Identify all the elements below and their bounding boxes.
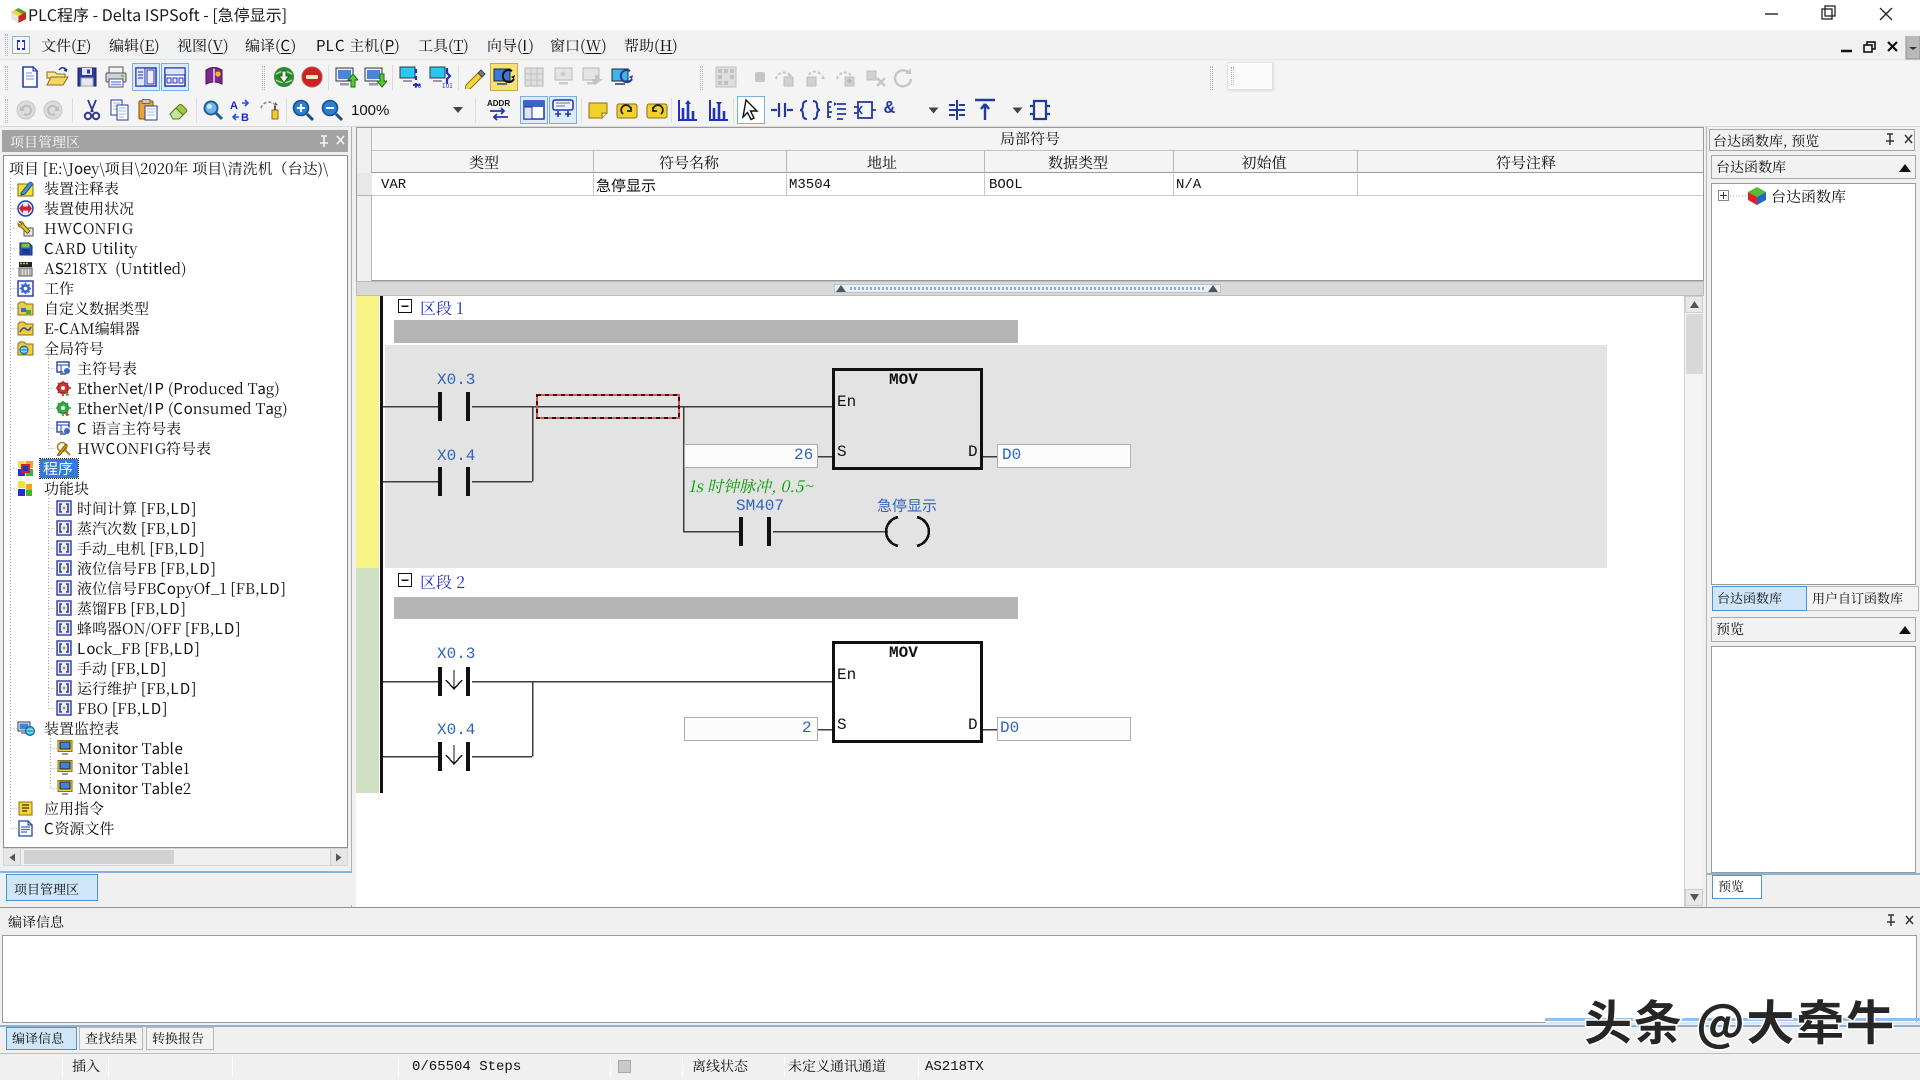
- svg-text:IOI: IOI: [414, 83, 422, 89]
- svg-text:IOI: IOI: [442, 83, 452, 89]
- svg-text:ADDR: ADDR: [487, 99, 510, 108]
